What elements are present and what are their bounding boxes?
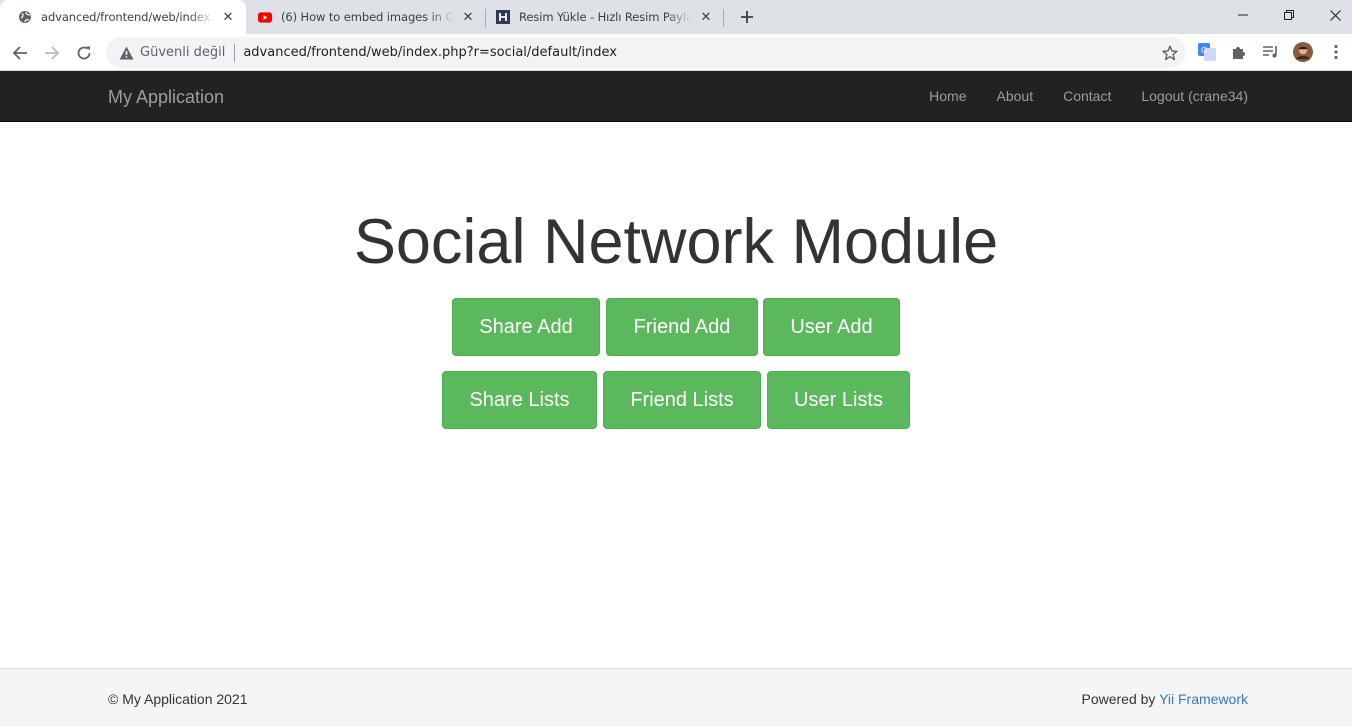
browser-tab-1[interactable]: advanced/frontend/web/index.php ✕ (0, 0, 246, 34)
nav-links: Home About Contact Logout (crane34) (899, 71, 1248, 121)
browser-tab-title: (6) How to embed images in GitHub (281, 10, 454, 24)
powered-by-text: Powered by (1081, 691, 1160, 707)
profile-avatar[interactable] (1293, 42, 1313, 62)
menu-kebab-icon[interactable] (1326, 42, 1346, 62)
minimize-icon[interactable] (1220, 0, 1266, 30)
browser-toolbar: Güvenli değil advanced/frontend/web/inde… (0, 34, 1352, 71)
address-bar[interactable]: Güvenli değil advanced/frontend/web/inde… (106, 37, 1186, 68)
new-tab-icon[interactable] (736, 6, 758, 28)
back-arrow-icon[interactable] (7, 40, 33, 66)
yii-framework-link[interactable]: Yii Framework (1159, 691, 1248, 707)
footer-copyright: © My Application 2021 (108, 691, 248, 707)
user-lists-button[interactable]: User Lists (767, 371, 910, 429)
browser-tab-3[interactable]: Resim Yükle - Hızlı Resim Paylaş ✕ (478, 0, 724, 34)
add-buttons-row: Share Add Friend Add User Add (0, 298, 1352, 356)
browser-tab-title: Resim Yükle - Hızlı Resim Paylaş (519, 10, 692, 24)
share-lists-button[interactable]: Share Lists (442, 371, 597, 429)
footer-powered-by: Powered by Yii Framework (1081, 691, 1248, 707)
reload-icon[interactable] (71, 40, 97, 66)
page-title: Social Network Module (353, 207, 999, 277)
globe-icon (18, 10, 32, 24)
friend-add-button[interactable]: Friend Add (606, 298, 758, 356)
tab-separator (723, 9, 724, 27)
user-add-button[interactable]: User Add (763, 298, 900, 356)
extensions-puzzle-icon[interactable] (1229, 42, 1249, 62)
close-icon[interactable]: ✕ (698, 9, 714, 25)
media-queue-icon[interactable] (1261, 42, 1281, 62)
bookmark-star-icon[interactable] (1161, 44, 1178, 61)
url-text[interactable]: advanced/frontend/web/index.php?r=social… (243, 45, 617, 60)
window-close-icon[interactable] (1312, 0, 1352, 30)
resim-icon (496, 10, 510, 24)
close-icon[interactable]: ✕ (460, 9, 476, 25)
browser-tab-title: advanced/frontend/web/index.php (41, 10, 214, 24)
omnibox-divider (234, 43, 236, 62)
list-buttons-row: Share Lists Friend Lists User Lists (0, 371, 1352, 429)
warning-icon[interactable] (118, 45, 134, 61)
restore-icon[interactable] (1266, 0, 1312, 30)
friend-lists-button[interactable]: Friend Lists (603, 371, 761, 429)
nav-contact[interactable]: Contact (1063, 88, 1111, 104)
nav-home[interactable]: Home (929, 88, 966, 104)
youtube-icon (258, 10, 272, 24)
security-status[interactable]: Güvenli değil (140, 45, 225, 60)
browser-tabstrip: advanced/frontend/web/index.php ✕ (6) Ho… (0, 0, 1352, 34)
share-add-button[interactable]: Share Add (452, 298, 600, 356)
nav-about[interactable]: About (997, 88, 1034, 104)
browser-tab-2[interactable]: (6) How to embed images in GitHub ✕ (240, 0, 486, 34)
nav-logout[interactable]: Logout (crane34) (1141, 88, 1248, 104)
svg-text:G: G (1201, 46, 1207, 55)
translate-icon[interactable]: G (1197, 42, 1217, 62)
close-icon[interactable]: ✕ (220, 9, 236, 25)
site-footer: © My Application 2021 Powered by Yii Fra… (0, 668, 1352, 726)
forward-arrow-icon[interactable] (39, 40, 65, 66)
brand-link[interactable]: My Application (108, 87, 224, 108)
site-navbar: My Application Home About Contact Logout… (0, 71, 1352, 122)
